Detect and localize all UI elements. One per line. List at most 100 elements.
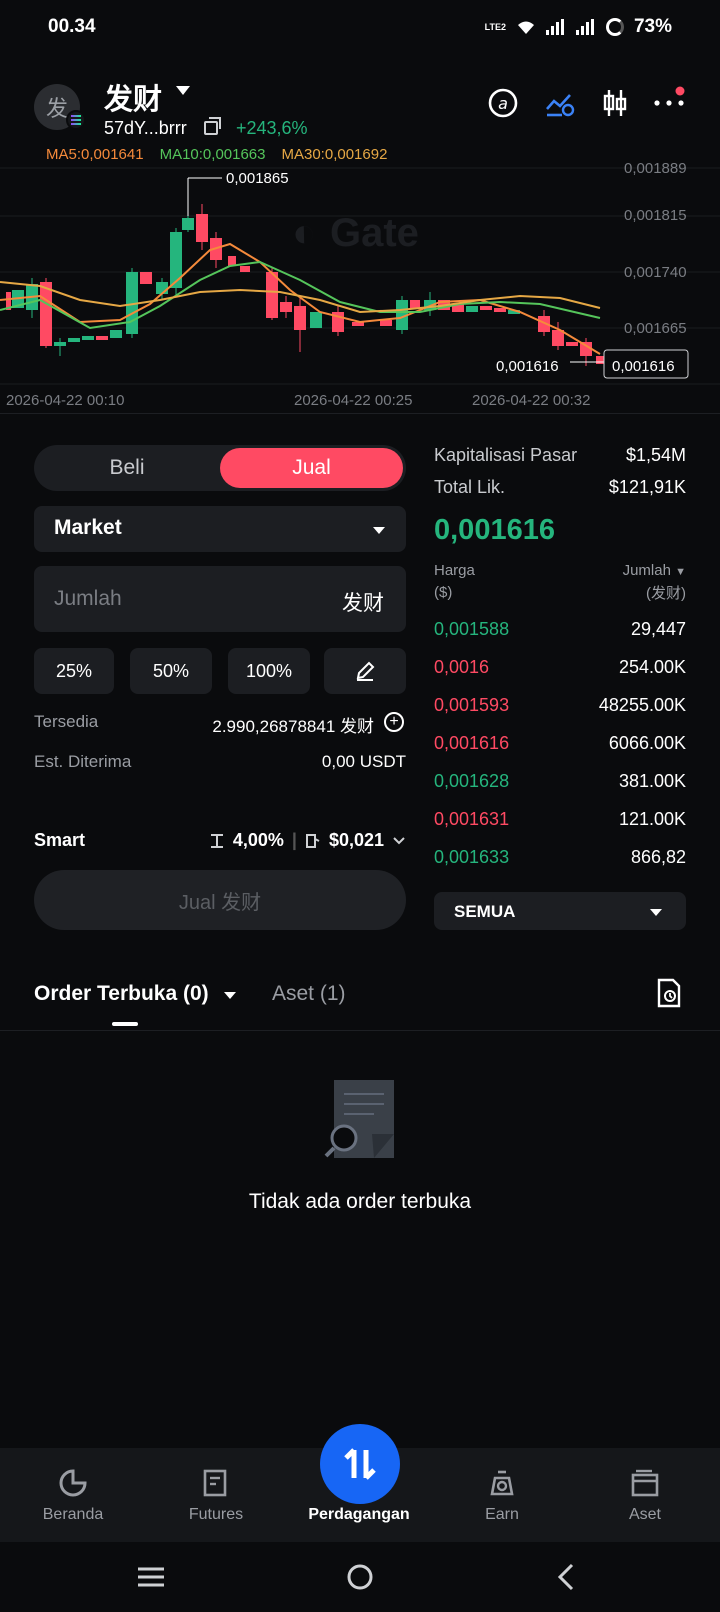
y-tick-3: 0,001740	[624, 264, 687, 281]
nav-earn-label: Earn	[485, 1506, 519, 1523]
smart-settings[interactable]: 4,00% | $0,021	[209, 830, 406, 851]
trade-price: 0,001633	[434, 846, 510, 867]
solana-chain-icon	[66, 110, 86, 130]
home-circle-icon[interactable]	[346, 1563, 374, 1596]
trade-fab-button[interactable]	[320, 1424, 400, 1504]
trade-filter-value: SEMUA	[454, 902, 516, 921]
col-amount-header[interactable]: Jumlah ▼ (发财)	[623, 560, 686, 605]
last-price-label: 0,001616	[496, 358, 559, 375]
y-tick-1: 0,001889	[624, 160, 687, 177]
battery-level: 73%	[633, 16, 672, 37]
price-chart[interactable]: ◐ Gate	[0, 160, 720, 416]
nav-home-label: Beranda	[42, 1506, 104, 1523]
trade-qty: 121.00K	[618, 808, 686, 829]
market-cap-value: $1,54M	[625, 445, 686, 465]
high-price-label: 0,001865	[226, 170, 289, 187]
watermark-text: Gate	[330, 211, 419, 255]
trade-row: 0,001616 6066.00K	[434, 724, 686, 762]
battery-icon	[605, 18, 624, 36]
gas-icon	[305, 833, 320, 848]
nav-futures[interactable]: Futures	[156, 1448, 276, 1542]
market-cap-label: Kapitalisasi Pasar	[434, 445, 578, 465]
home-icon	[59, 1469, 87, 1497]
divider: |	[291, 830, 297, 850]
tab-assets[interactable]: Aset (1)	[272, 982, 346, 1006]
caret-down-icon: ▼	[675, 566, 686, 578]
liquidity-value: $121,91K	[608, 477, 686, 497]
trade-price: 0,001628	[434, 770, 510, 791]
mention-icon[interactable]: a	[486, 86, 520, 120]
earn-icon	[490, 1470, 514, 1496]
nav-trade-label: Perdagangan	[308, 1506, 410, 1523]
add-circle-icon[interactable]: +	[384, 712, 404, 732]
nav-home[interactable]: Beranda	[13, 1448, 133, 1542]
chevron-down-icon[interactable]	[224, 992, 236, 999]
tab-open-orders[interactable]: Order Terbuka (0)	[34, 982, 209, 1006]
nav-assets-label: Aset	[628, 1506, 661, 1523]
slippage-value: 4,00%	[232, 830, 284, 850]
copy-icon[interactable]	[204, 117, 221, 135]
fee-value: $0,021	[328, 830, 384, 850]
empty-document-icon	[322, 1076, 398, 1165]
amount-unit: 发财	[342, 592, 384, 615]
amount-placeholder: Jumlah	[54, 587, 122, 610]
trade-row: 0,001633 866,82	[434, 838, 686, 876]
swap-arrows-icon	[344, 1448, 376, 1480]
pct-100-button[interactable]: 100%	[228, 648, 310, 694]
token-dropdown-icon[interactable]	[176, 86, 190, 95]
order-history-icon[interactable]	[656, 978, 682, 1013]
trade-qty: 29,447	[630, 618, 686, 639]
status-bar: 00.34 LTE2 73%	[0, 0, 720, 56]
submit-sell-button[interactable]: Jual 发财	[34, 870, 406, 930]
wallet-icon	[631, 1469, 659, 1497]
trade-price: 0,001593	[434, 694, 510, 715]
token-name[interactable]: 发财	[104, 76, 162, 118]
pct-50-button[interactable]: 50%	[130, 648, 212, 694]
trade-row: 0,0016 254.00K	[434, 648, 686, 686]
order-type-value: Market	[54, 516, 122, 539]
sell-tab[interactable]: Jual	[220, 448, 403, 488]
price-change: +243,6%	[236, 118, 308, 138]
tab-indicator	[112, 1022, 138, 1026]
token-address: 57dY...brrr	[104, 118, 187, 138]
status-time: 00.34	[48, 16, 96, 37]
x-tick-2: 2026-04-22 00:25	[294, 392, 413, 409]
more-icon[interactable]	[652, 86, 686, 120]
trade-row: 0,001631 121.00K	[434, 800, 686, 838]
nav-futures-label: Futures	[188, 1506, 244, 1523]
buy-tab[interactable]: Beli	[34, 445, 220, 491]
empty-state-text: Tidak ada order terbuka	[248, 1190, 472, 1213]
network-type: LTE2	[484, 21, 506, 32]
signal-icon	[545, 19, 566, 35]
trade-row: 0,001593 48255.00K	[434, 686, 686, 724]
receive-value: 0,00 USDT	[321, 752, 406, 771]
col-amount-unit: (发财)	[646, 585, 686, 602]
col-price-header: Harga ($)	[434, 560, 475, 604]
candlestick-icon[interactable]	[598, 86, 632, 120]
x-tick-3: 2026-04-22 00:32	[472, 392, 591, 409]
available-value: 2.990,26878841 发财	[212, 717, 374, 736]
price-alert-icon[interactable]	[543, 86, 577, 120]
trade-price: 0,001631	[434, 808, 510, 829]
trade-price: 0,0016	[434, 656, 490, 677]
trade-qty: 6066.00K	[608, 732, 686, 753]
pencil-icon	[356, 661, 375, 681]
chevron-down-icon	[393, 836, 405, 844]
last-price-tag: 0,001616	[612, 358, 675, 375]
recents-icon[interactable]	[136, 1566, 166, 1593]
trade-row: 0,001628 381.00K	[434, 762, 686, 800]
trade-price: 0,001588	[434, 618, 510, 639]
tabs-divider	[0, 1030, 720, 1031]
nav-assets[interactable]: Aset	[585, 1448, 705, 1542]
edit-pct-button[interactable]	[324, 648, 406, 694]
col-amount-label: Jumlah	[622, 562, 671, 579]
futures-icon	[203, 1469, 227, 1497]
trade-row: 0,001588 29,447	[434, 610, 686, 648]
svg-text:a: a	[498, 94, 508, 113]
back-icon[interactable]	[556, 1562, 576, 1597]
wifi-icon	[517, 21, 534, 34]
nav-earn[interactable]: Earn	[442, 1448, 562, 1542]
col-price-unit: ($)	[434, 584, 453, 601]
gate-watermark: ◐	[292, 211, 316, 255]
pct-25-button[interactable]: 25%	[34, 648, 114, 694]
